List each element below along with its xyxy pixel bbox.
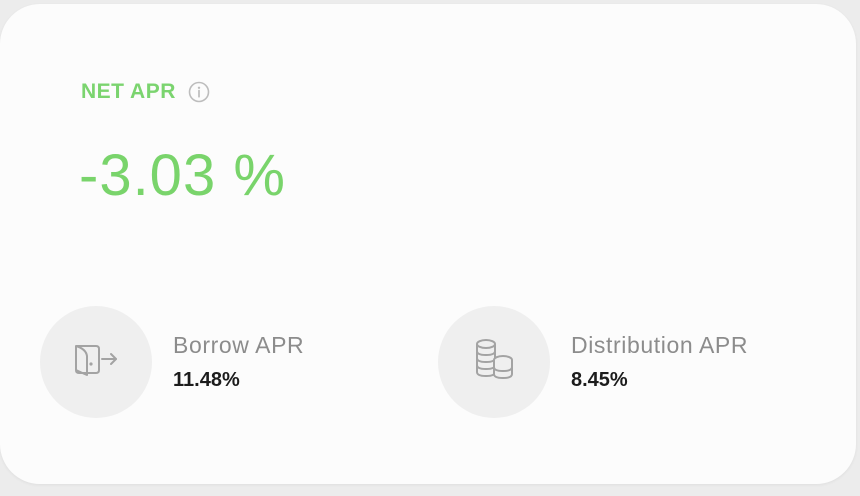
borrow-apr-text: Borrow APR 11.48% xyxy=(173,332,304,392)
borrow-apr-label: Borrow APR xyxy=(173,332,305,358)
borrow-apr-stat: Borrow APR 11.48% xyxy=(40,306,304,418)
wallet-arrow-out-icon xyxy=(72,340,120,385)
distribution-apr-text: Distribution APR 8.45% xyxy=(571,332,748,392)
net-apr-header: NET APR xyxy=(81,80,210,104)
net-apr-label: NET APR xyxy=(81,80,176,103)
distribution-apr-label: Distribution APR xyxy=(571,332,749,358)
info-circle-icon[interactable] xyxy=(188,81,210,103)
borrow-icon-badge xyxy=(40,306,152,418)
distribution-apr-stat: Distribution APR 8.45% xyxy=(438,306,748,418)
net-apr-value: -3.03 % xyxy=(79,143,286,208)
net-apr-card: NET APR -3.03 % Borrow APR 11.48% Distri… xyxy=(0,4,856,484)
distribution-apr-value: 8.45% xyxy=(571,369,628,391)
borrow-apr-value: 11.48% xyxy=(173,369,240,391)
distribution-icon-badge xyxy=(438,306,550,418)
coin-stacks-icon xyxy=(471,338,517,387)
